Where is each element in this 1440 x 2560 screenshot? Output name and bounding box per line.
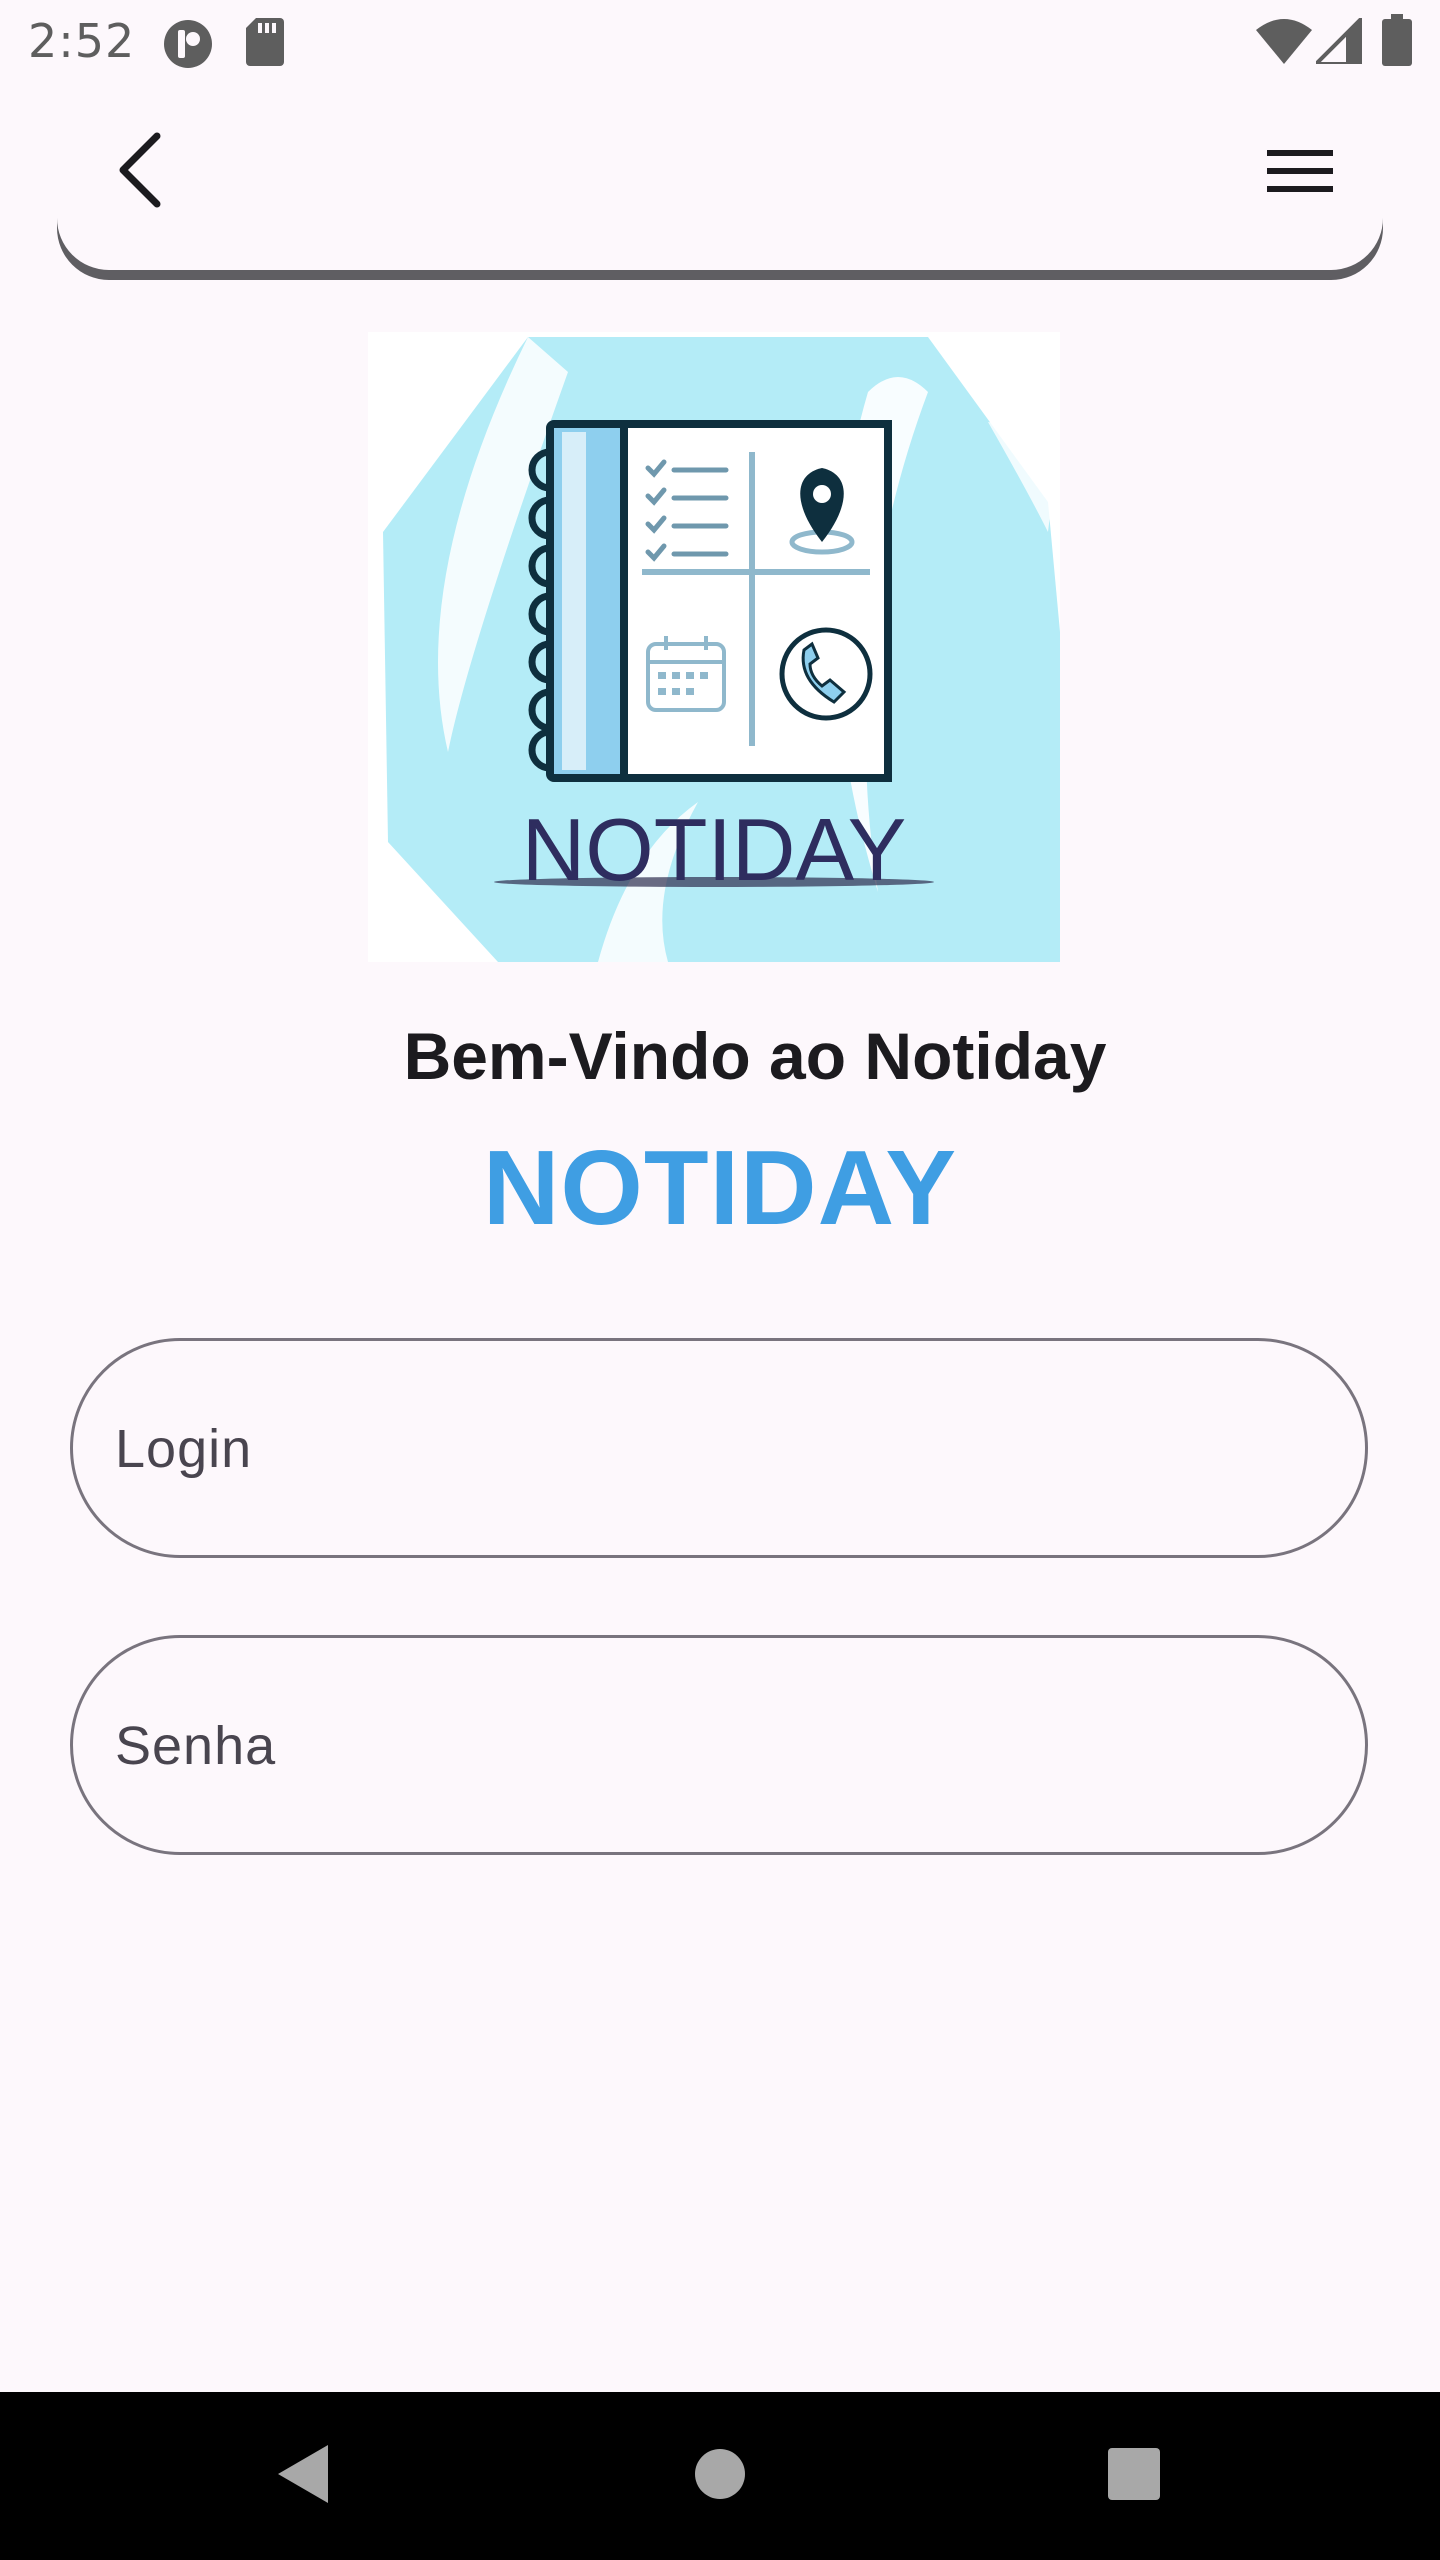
battery-icon [1382, 14, 1412, 71]
welcome-heading: Bem-Vindo ao Notiday [403, 1019, 1107, 1093]
notiday-logo: NOTIDAY [368, 332, 1060, 962]
senha-input[interactable] [113, 1638, 1317, 1854]
hamburger-menu-icon [1267, 148, 1333, 199]
app-notification-icon [162, 18, 214, 75]
wifi-icon [1256, 18, 1312, 69]
login-field[interactable] [70, 1338, 1368, 1558]
nav-recents-button[interactable] [1054, 2392, 1214, 2560]
app-bar [57, 84, 1383, 270]
cell-signal-icon [1311, 13, 1364, 69]
senha-field[interactable] [70, 1635, 1368, 1855]
nav-back-button[interactable] [222, 2392, 382, 2560]
brand-title: NOTIDAY [482, 1129, 958, 1247]
system-nav-bar [0, 2392, 1440, 2560]
menu-button[interactable] [1255, 130, 1345, 216]
nav-home-button[interactable] [640, 2392, 800, 2560]
back-button[interactable] [96, 120, 184, 224]
nav-recents-icon [1107, 2447, 1161, 2506]
nav-back-icon [274, 2443, 330, 2510]
sd-card-icon [246, 18, 284, 71]
back-arrow-icon [113, 130, 167, 215]
login-input[interactable] [113, 1341, 1317, 1557]
status-time: 2:52 [28, 14, 136, 68]
nav-home-icon [694, 2448, 746, 2505]
logo-wordmark: NOTIDAY [522, 800, 907, 899]
status-bar: 2:52 [0, 0, 1440, 84]
screen: 2:52 NOTIDAY Bem-Vindo ao Notiday NOTIDA… [0, 0, 1440, 2560]
